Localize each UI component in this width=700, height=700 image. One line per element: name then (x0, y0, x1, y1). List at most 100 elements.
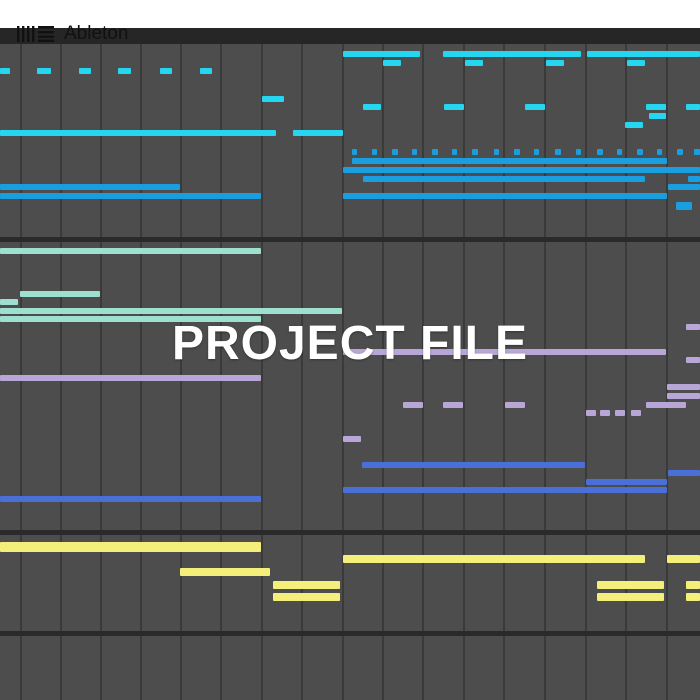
midi-note[interactable] (0, 68, 10, 74)
midi-note[interactable] (0, 542, 261, 552)
midi-note[interactable] (0, 193, 261, 199)
header-bar: Ableton (0, 0, 700, 44)
midi-note[interactable] (534, 149, 539, 155)
midi-note[interactable] (160, 68, 172, 74)
midi-note[interactable] (0, 248, 261, 254)
midi-note[interactable] (362, 462, 585, 468)
grid-line (666, 44, 668, 700)
midi-note[interactable] (688, 176, 700, 182)
midi-note[interactable] (617, 149, 622, 155)
midi-note[interactable] (686, 581, 700, 589)
midi-note[interactable] (180, 568, 270, 576)
grid-line (220, 44, 222, 700)
ableton-logo-icon (17, 26, 54, 42)
midi-note[interactable] (343, 487, 667, 493)
midi-note[interactable] (273, 581, 340, 589)
midi-note[interactable] (200, 68, 212, 74)
midi-note[interactable] (363, 104, 381, 110)
grid-line (625, 44, 627, 700)
midi-note[interactable] (514, 149, 520, 155)
midi-note[interactable] (525, 104, 545, 110)
midi-note[interactable] (443, 51, 581, 57)
midi-note[interactable] (667, 393, 700, 399)
midi-note[interactable] (363, 176, 645, 182)
midi-note[interactable] (343, 167, 700, 173)
midi-note[interactable] (631, 410, 641, 416)
midi-note[interactable] (597, 149, 603, 155)
midi-note[interactable] (615, 410, 625, 416)
midi-note[interactable] (586, 410, 596, 416)
midi-note[interactable] (79, 68, 91, 74)
midi-note[interactable] (352, 158, 667, 164)
midi-note[interactable] (465, 60, 483, 66)
midi-note[interactable] (352, 149, 357, 155)
midi-note[interactable] (646, 104, 666, 110)
midi-note[interactable] (20, 291, 100, 297)
arrangement-screenshot: Ableton PROJECT FILE (0, 0, 700, 700)
midi-note[interactable] (472, 149, 478, 155)
midi-note[interactable] (657, 149, 662, 155)
midi-note[interactable] (686, 593, 700, 601)
midi-note[interactable] (668, 184, 700, 190)
midi-note[interactable] (343, 436, 361, 442)
overlay-title: PROJECT FILE (171, 317, 529, 370)
midi-note[interactable] (383, 60, 401, 66)
midi-note[interactable] (443, 402, 463, 408)
grid-line (60, 44, 62, 700)
midi-note[interactable] (0, 375, 261, 381)
midi-note[interactable] (686, 104, 700, 110)
midi-note[interactable] (694, 149, 700, 155)
midi-note[interactable] (555, 149, 561, 155)
midi-note[interactable] (677, 149, 683, 155)
midi-note[interactable] (587, 51, 700, 57)
midi-note[interactable] (343, 555, 645, 563)
track-separator (0, 631, 700, 636)
midi-note[interactable] (597, 581, 664, 589)
midi-note[interactable] (646, 402, 686, 408)
midi-note[interactable] (343, 193, 667, 199)
grid-line (382, 44, 384, 700)
midi-note[interactable] (403, 402, 423, 408)
midi-note[interactable] (637, 149, 643, 155)
grid-line (180, 44, 182, 700)
midi-note[interactable] (649, 113, 666, 119)
midi-note[interactable] (343, 51, 420, 57)
midi-note[interactable] (392, 149, 398, 155)
grid-line (503, 44, 505, 700)
midi-note[interactable] (667, 555, 700, 563)
midi-note[interactable] (37, 68, 51, 74)
midi-note[interactable] (546, 60, 564, 66)
midi-note[interactable] (576, 149, 581, 155)
midi-note[interactable] (412, 149, 417, 155)
grid-line (544, 44, 546, 700)
midi-note[interactable] (597, 593, 664, 601)
midi-note[interactable] (586, 479, 667, 485)
midi-note[interactable] (676, 202, 692, 210)
midi-note[interactable] (505, 402, 525, 408)
midi-note[interactable] (0, 308, 342, 314)
midi-note[interactable] (600, 410, 610, 416)
midi-note[interactable] (668, 470, 700, 476)
grid-line (342, 44, 344, 700)
grid-line (301, 44, 303, 700)
midi-note[interactable] (444, 104, 464, 110)
midi-note[interactable] (262, 96, 284, 102)
midi-note[interactable] (0, 299, 18, 305)
midi-note[interactable] (452, 149, 457, 155)
midi-note[interactable] (0, 496, 261, 502)
midi-note[interactable] (273, 593, 340, 601)
grid-line (20, 44, 22, 700)
midi-note[interactable] (627, 60, 645, 66)
midi-note[interactable] (0, 130, 276, 136)
midi-note[interactable] (372, 149, 377, 155)
midi-note[interactable] (625, 122, 643, 128)
midi-note[interactable] (494, 149, 499, 155)
midi-note[interactable] (0, 184, 180, 190)
track-separator (0, 530, 700, 535)
midi-note[interactable] (293, 130, 343, 136)
midi-note[interactable] (667, 384, 700, 390)
midi-note[interactable] (118, 68, 131, 74)
grid-line (100, 44, 102, 700)
grid-line (261, 44, 263, 700)
midi-note[interactable] (432, 149, 438, 155)
